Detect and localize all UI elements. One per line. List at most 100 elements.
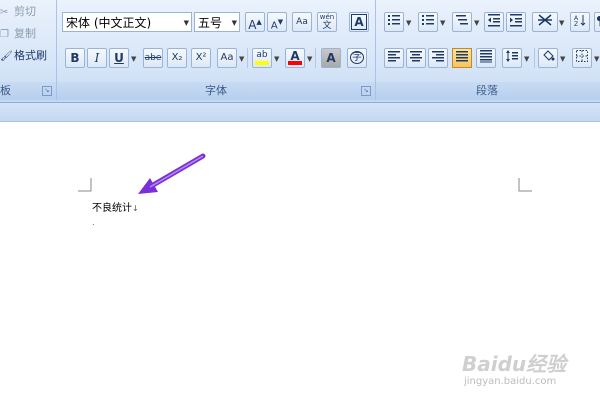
- brush-icon: 🖌: [0, 51, 13, 62]
- align-right-icon: [432, 51, 444, 62]
- font-group-label: 字体: [57, 82, 375, 100]
- document-line-1[interactable]: 不良统计↓: [92, 199, 139, 214]
- align-center-icon: [410, 51, 422, 62]
- font-color-bar: [288, 61, 302, 65]
- decrease-indent-button[interactable]: [484, 12, 504, 32]
- toolbar-separator: [534, 48, 535, 68]
- shrink-font-icon: A: [270, 20, 278, 32]
- copy-label: 复制: [14, 27, 36, 40]
- character-border-button[interactable]: A: [349, 12, 369, 32]
- align-left-icon: [388, 51, 400, 62]
- highlight-dropdown-icon[interactable]: ▼: [274, 55, 279, 63]
- strikethrough-button[interactable]: abe: [143, 48, 163, 68]
- paragraph-group-title: 段落: [476, 84, 498, 97]
- top-right-margin-mark: [518, 178, 532, 192]
- copy-icon: ❐: [0, 29, 9, 40]
- cut-button[interactable]: ✂ 剪切: [0, 2, 36, 22]
- clear-format-button[interactable]: Aa: [292, 12, 312, 32]
- font-color-button[interactable]: A: [285, 48, 305, 68]
- copy-button[interactable]: ❐ 复制: [0, 24, 36, 44]
- superscript-button[interactable]: X²: [191, 48, 211, 68]
- font-group-title: 字体: [205, 84, 227, 97]
- multilevel-dropdown-icon[interactable]: ▼: [474, 19, 479, 27]
- highlight-color-bar: [255, 61, 269, 65]
- justify-icon: [456, 51, 468, 62]
- format-painter-button[interactable]: 🖌格式刷: [0, 46, 47, 66]
- distributed-button[interactable]: [476, 48, 496, 68]
- underline-button[interactable]: U: [109, 48, 129, 68]
- align-left-button[interactable]: [384, 48, 404, 68]
- annotation-arrow-icon: [138, 153, 206, 194]
- chinese-layout-dropdown-icon[interactable]: ▼: [559, 19, 564, 27]
- font-size-value: 五号: [198, 16, 223, 30]
- shading-button[interactable]: [538, 48, 558, 68]
- chinese-layout-icon: [538, 14, 552, 26]
- phonetic-icon: wén: [319, 13, 335, 21]
- underline-dropdown-icon[interactable]: ▼: [131, 55, 136, 63]
- scissors-icon: ✂: [0, 7, 9, 18]
- character-shading-button[interactable]: A: [321, 48, 341, 68]
- borders-button[interactable]: [572, 48, 592, 68]
- line-spacing-button[interactable]: [502, 48, 522, 68]
- subscript-button[interactable]: X₂: [167, 48, 187, 68]
- underline-icon: U: [114, 51, 124, 65]
- show-formatting-button[interactable]: ¶: [594, 12, 600, 32]
- increase-indent-icon: [510, 14, 522, 27]
- italic-button[interactable]: I: [87, 48, 107, 68]
- align-center-button[interactable]: [406, 48, 426, 68]
- enclose-character-button[interactable]: 字: [347, 48, 367, 68]
- bold-button[interactable]: B: [65, 48, 85, 68]
- shading-icon: A: [326, 51, 336, 65]
- clipboard-group-title: 板: [0, 84, 11, 97]
- svg-text:Z: Z: [574, 21, 578, 27]
- borders-dropdown-icon[interactable]: ▼: [594, 55, 599, 63]
- shading-dropdown-icon[interactable]: ▼: [560, 55, 565, 63]
- change-case-button[interactable]: Aa: [217, 48, 237, 68]
- numbering-button[interactable]: [418, 12, 438, 32]
- font-name-value: 宋体 (中文正文): [66, 16, 152, 30]
- line-spacing-icon: [506, 50, 518, 62]
- svg-text:¶: ¶: [596, 14, 600, 27]
- align-right-button[interactable]: [428, 48, 448, 68]
- increase-indent-button[interactable]: [506, 12, 526, 32]
- pilcrow-icon: ¶: [596, 14, 600, 28]
- sort-az-icon: AZ: [574, 15, 586, 28]
- font-group: 宋体 (中文正文) ▼ 五号 ▼ A▲ A▼ Aa wén文 A B I U: [57, 0, 376, 100]
- strikethrough-icon: abe: [144, 53, 162, 63]
- chinese-layout-button[interactable]: [532, 12, 558, 32]
- highlight-button[interactable]: ab: [252, 48, 272, 68]
- chevron-down-icon: ▼: [231, 19, 237, 27]
- enclose-char-icon: 字: [350, 51, 364, 64]
- decrease-indent-icon: [488, 14, 500, 27]
- document-line-2[interactable]: .: [92, 218, 95, 227]
- numbering-dropdown-icon[interactable]: ▼: [440, 19, 445, 27]
- distributed-icon: [480, 50, 492, 63]
- bullets-dropdown-icon[interactable]: ▼: [406, 19, 411, 27]
- ribbon-bottom-strip: [0, 103, 600, 122]
- paragraph-group: ▼ ▼ ▼ ▼ AZ ¶: [376, 0, 600, 100]
- change-case-dropdown-icon[interactable]: ▼: [239, 55, 244, 63]
- top-left-margin-mark: [78, 178, 92, 192]
- ribbon: ✂ 剪切 ❐ 复制 🖌格式刷 板 ↘ 宋体 (中文正文) ▼ 五号 ▼ A▲ A▼ …: [0, 0, 600, 103]
- justify-button[interactable]: [452, 48, 472, 68]
- font-color-dropdown-icon[interactable]: ▼: [307, 55, 312, 63]
- grow-font-button[interactable]: A▲: [245, 12, 265, 32]
- sort-button[interactable]: AZ: [570, 12, 590, 32]
- bullets-button[interactable]: [384, 12, 404, 32]
- line-spacing-dropdown-icon[interactable]: ▼: [524, 55, 529, 63]
- font-name-select[interactable]: 宋体 (中文正文) ▼: [62, 12, 192, 32]
- eraser-icon: Aa: [296, 17, 308, 27]
- multilevel-list-button[interactable]: [452, 12, 472, 32]
- shrink-font-button[interactable]: A▼: [267, 12, 287, 32]
- font-size-select[interactable]: 五号 ▼: [194, 12, 240, 32]
- highlighter-icon: ab: [256, 50, 268, 60]
- phonetic-guide-button[interactable]: wén 文: [317, 12, 337, 32]
- font-dialog-launcher[interactable]: ↘: [361, 86, 371, 96]
- borders-icon: [576, 50, 588, 62]
- clipboard-dialog-launcher[interactable]: ↘: [42, 86, 52, 96]
- paragraph-group-label: 段落: [376, 82, 600, 100]
- subscript-icon: X₂: [171, 52, 183, 63]
- watermark-url: jingyan.baidu.com: [464, 376, 557, 387]
- change-case-icon: Aa: [220, 52, 234, 63]
- phonetic-char: 文: [322, 21, 332, 31]
